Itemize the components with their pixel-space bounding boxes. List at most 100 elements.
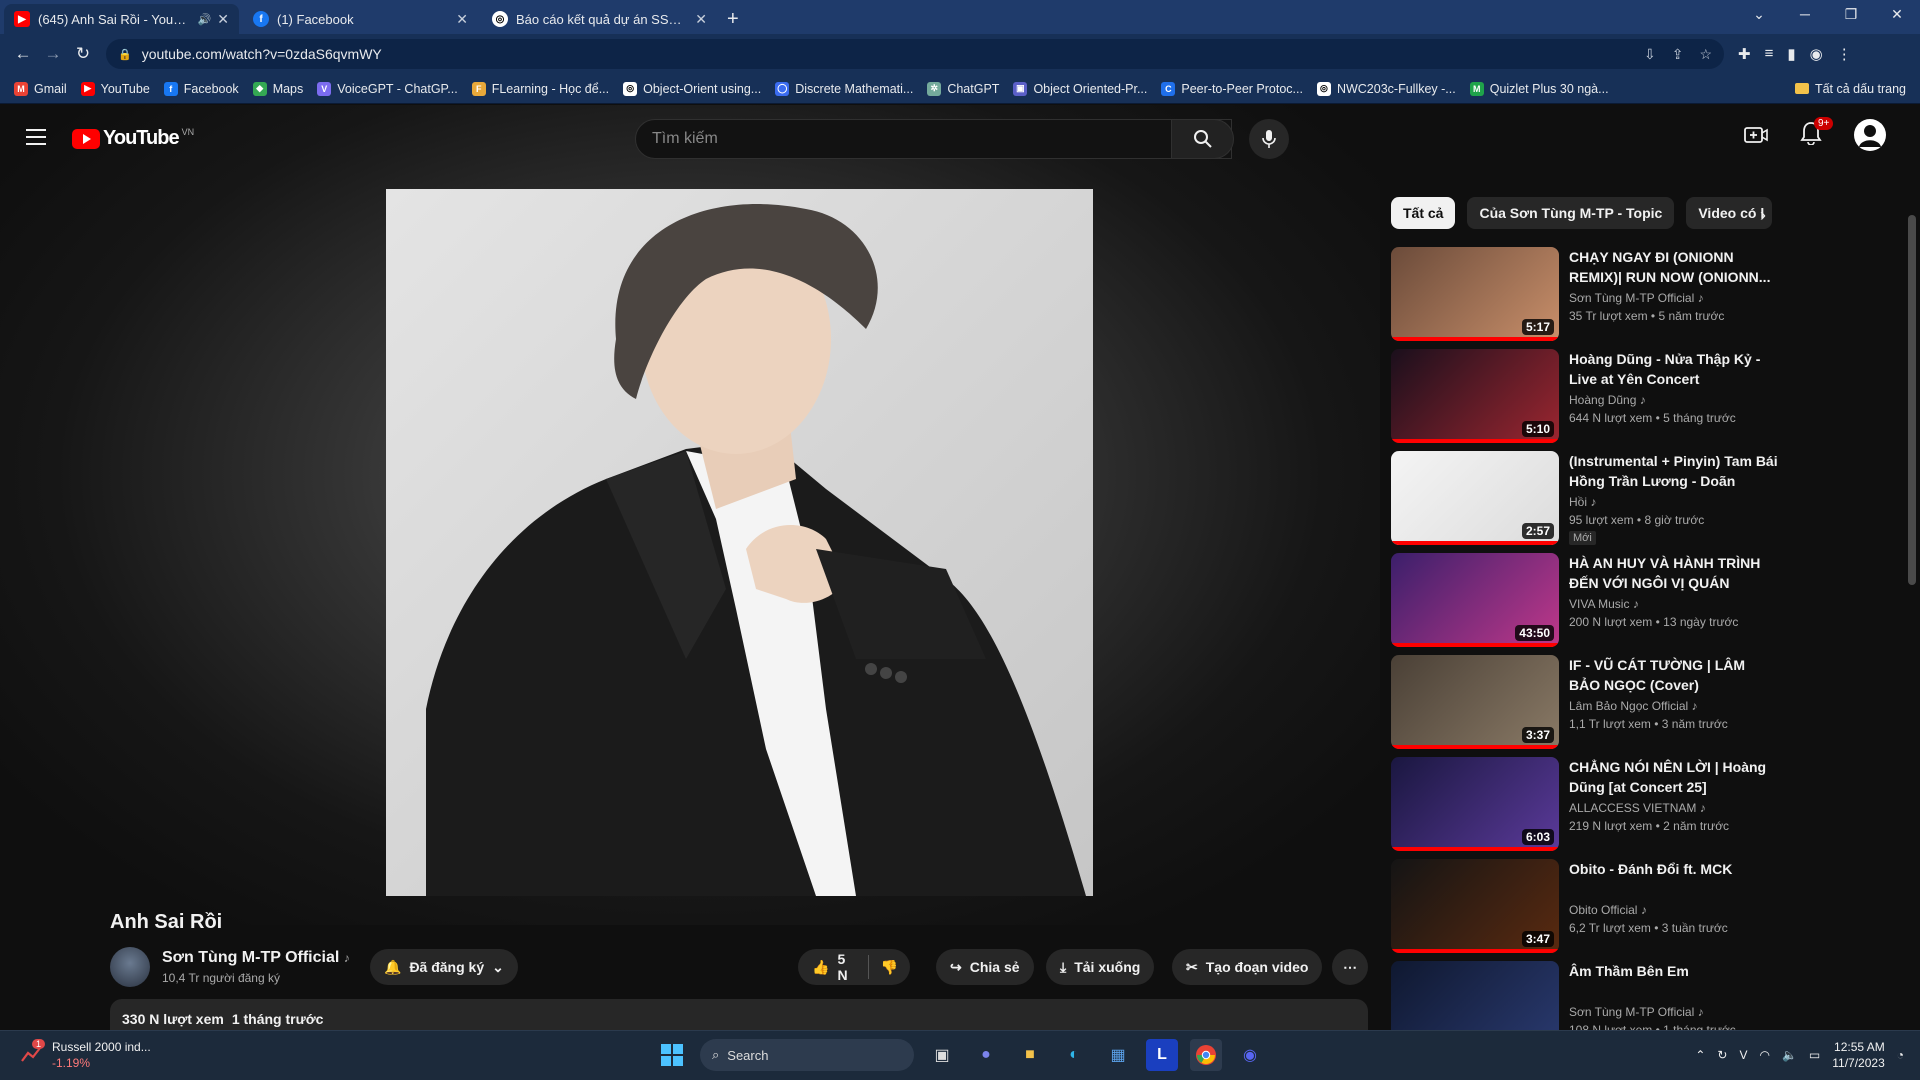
sidepanel-icon[interactable]: ▮ xyxy=(1787,45,1795,63)
bookmark-item[interactable]: ◆ Maps xyxy=(252,81,303,96)
close-icon[interactable]: ✕ xyxy=(456,11,468,28)
battery-icon[interactable]: ▭ xyxy=(1809,1048,1820,1062)
bookmark-item[interactable]: ◎ NWC203c-Fullkey -... xyxy=(1316,81,1456,96)
tab-report[interactable]: ◎ Báo cáo kết quả dự án SSG - mh ✕ xyxy=(482,4,717,34)
tab-search-icon[interactable]: ⌄ xyxy=(1736,0,1782,30)
edge-icon[interactable]: ◐ xyxy=(1058,1039,1090,1071)
create-video-icon[interactable] xyxy=(1744,125,1768,145)
recommendation-item[interactable]: 6:03 CHẲNG NÓI NÊN LỜI | Hoàng Dũng [at C… xyxy=(1391,757,1891,851)
vpn-icon[interactable]: V xyxy=(1739,1048,1747,1062)
recommendation-title[interactable]: Hoàng Dũng - Nửa Thập Kỷ - Live at Yên C… xyxy=(1569,349,1779,389)
recommendation-title[interactable]: CHẠY NGAY ĐI (ONIONN REMIX)| RUN NOW (ON… xyxy=(1569,247,1779,287)
video-thumbnail[interactable]: 3:47 xyxy=(1391,859,1559,953)
dislike-button[interactable]: 👎 xyxy=(869,959,910,976)
share-button[interactable]: ↪ Chia sẻ xyxy=(936,949,1034,985)
bookmark-item[interactable]: M Quizlet Plus 30 ngà... xyxy=(1469,81,1609,96)
menu-icon[interactable]: ⋮ xyxy=(1837,45,1852,63)
all-bookmarks-folder[interactable]: Tất cả dấu trang xyxy=(1794,82,1906,96)
recommendation-title[interactable]: Âm Thầm Bên Em xyxy=(1569,961,1779,981)
share-icon[interactable]: ⇪ xyxy=(1672,46,1684,63)
volume-icon[interactable]: 🔈 xyxy=(1782,1048,1797,1062)
tab-facebook[interactable]: f (1) Facebook ✕ xyxy=(243,4,478,34)
chrome-icon[interactable] xyxy=(1190,1039,1222,1071)
new-tab-button[interactable]: + xyxy=(727,4,739,34)
bookmark-item[interactable]: ▶ YouTube xyxy=(80,81,150,96)
task-view-icon[interactable]: ▣ xyxy=(926,1039,958,1071)
bookmark-item[interactable]: F FLearning - Học để... xyxy=(471,81,609,96)
minimize-icon[interactable]: ─ xyxy=(1782,0,1828,30)
discord-icon[interactable]: ◉ xyxy=(1234,1039,1266,1071)
close-window-icon[interactable]: ✕ xyxy=(1874,0,1920,30)
speaker-icon[interactable]: 🔊 xyxy=(198,13,212,26)
recommendation-title[interactable]: Obito - Đánh Đổi ft. MCK xyxy=(1569,859,1779,879)
close-icon[interactable]: ✕ xyxy=(217,11,229,28)
recommendation-item[interactable]: 2:57 (Instrumental + Pinyin) Tam Bái Hồng… xyxy=(1391,451,1891,545)
channel-name[interactable]: Sơn Tùng M-TP Official ♪ xyxy=(162,949,350,967)
search-input[interactable]: Tìm kiếm xyxy=(635,119,1232,159)
recommendation-channel[interactable]: ALLACCESS VIETNAM ♪ xyxy=(1569,801,1706,815)
restore-icon[interactable]: ❐ xyxy=(1828,0,1874,30)
bookmark-item[interactable]: ✲ ChatGPT xyxy=(927,81,999,96)
video-thumbnail[interactable]: 5:17 xyxy=(1391,247,1559,341)
video-thumbnail[interactable] xyxy=(1391,961,1559,1030)
recommendation-item[interactable]: 3:47 Obito - Đánh Đổi ft. MCK Obito Offici… xyxy=(1391,859,1891,953)
clock[interactable]: 12:55 AM 11/7/2023 xyxy=(1832,1039,1885,1071)
profile-icon[interactable]: ◉ xyxy=(1810,45,1823,63)
bookmark-star-icon[interactable]: ☆ xyxy=(1699,46,1712,63)
clip-button[interactable]: ✂ Tạo đoạn video xyxy=(1172,949,1323,985)
recommendation-item[interactable]: 5:10 Hoàng Dũng - Nửa Thập Kỷ - Live at Y… xyxy=(1391,349,1891,443)
wifi-icon[interactable]: ◠ xyxy=(1759,1048,1769,1062)
like-button[interactable]: 👍 5 N xyxy=(798,951,869,983)
description-box[interactable]: 330 N lượt xem 1 tháng trước xyxy=(110,999,1368,1030)
stocks-widget[interactable]: 1 Russell 2000 ind... -1.19% xyxy=(20,1039,151,1071)
media-icon[interactable]: ≡ xyxy=(1765,45,1774,63)
close-icon[interactable]: ✕ xyxy=(695,11,707,28)
chevron-up-icon[interactable]: ⌃ xyxy=(1695,1048,1705,1062)
recommendation-item[interactable]: 3:37 IF - VŨ CÁT TƯỜNG | LÂM BẢO NGỌC (Co… xyxy=(1391,655,1891,749)
store-icon[interactable]: ▦ xyxy=(1102,1039,1134,1071)
download-button[interactable]: ⤓ Tải xuống xyxy=(1046,949,1155,985)
bookmark-item[interactable]: ◯ Discrete Mathemati... xyxy=(775,81,913,96)
video-thumbnail[interactable]: 6:03 xyxy=(1391,757,1559,851)
recommendation-title[interactable]: IF - VŨ CÁT TƯỜNG | LÂM BẢO NGỌC (Cover) xyxy=(1569,655,1779,695)
notification-center-icon[interactable]: ◔ xyxy=(1897,1048,1904,1062)
chip-all[interactable]: Tất cả xyxy=(1391,197,1456,229)
youtube-logo[interactable]: YouTube VN xyxy=(72,127,194,150)
voice-search-button[interactable] xyxy=(1249,119,1289,159)
recommendation-channel[interactable]: Sơn Tùng M-TP Official ♪ xyxy=(1569,291,1704,305)
bookmark-item[interactable]: ▣ Object Oriented-Pr... xyxy=(1013,81,1147,96)
notifications-button[interactable]: 9+ xyxy=(1800,116,1834,150)
taskbar-search[interactable]: ⌕ Search xyxy=(700,1039,914,1071)
scrollbar[interactable] xyxy=(1908,215,1916,585)
recommendation-channel[interactable]: Lâm Bảo Ngọc Official ♪ xyxy=(1569,699,1698,713)
recommendation-title[interactable]: HÀ AN HUY VÀ HÀNH TRÌNH ĐẾN VỚI NGÔI VỊ … xyxy=(1569,553,1779,593)
search-button[interactable] xyxy=(1171,119,1234,159)
bookmark-item[interactable]: V VoiceGPT - ChatGP... xyxy=(317,81,458,96)
extensions-icon[interactable]: ✚ xyxy=(1738,45,1751,63)
channel-avatar[interactable] xyxy=(110,947,150,987)
recommendation-item[interactable]: 5:17 CHẠY NGAY ĐI (ONIONN REMIX)| RUN NOW… xyxy=(1391,247,1891,341)
more-actions-button[interactable]: ⋯ xyxy=(1332,949,1368,985)
recommendation-channel[interactable]: Hồi ♪ xyxy=(1569,495,1596,509)
hamburger-menu-icon[interactable] xyxy=(26,129,46,150)
file-explorer-icon[interactable]: ■ xyxy=(1014,1039,1046,1071)
app-l-icon[interactable]: L xyxy=(1146,1039,1178,1071)
windows-start-icon[interactable] xyxy=(656,1039,688,1071)
recommendation-channel[interactable]: VIVA Music ♪ xyxy=(1569,597,1639,611)
address-bar[interactable]: 🔒 youtube.com/watch?v=0zdaS6qvmWY ⇩ ⇪ ☆ xyxy=(106,39,1724,69)
chat-icon[interactable]: ● xyxy=(970,1039,1002,1071)
sync-icon[interactable]: ↻ xyxy=(1717,1048,1727,1062)
recommendation-item[interactable]: Âm Thầm Bên Em Sơn Tùng M-TP Official ♪ 10… xyxy=(1391,961,1891,1030)
chip-topic[interactable]: Của Sơn Tùng M-TP - Topic xyxy=(1467,197,1675,229)
tab-youtube[interactable]: ▶ (645) Anh Sai Rồi - YouTube 🔊 ✕ xyxy=(4,4,239,34)
lock-icon[interactable]: 🔒 xyxy=(118,48,132,61)
bookmark-item[interactable]: C Peer-to-Peer Protoc... xyxy=(1161,81,1303,96)
recommendation-channel[interactable]: Sơn Tùng M-TP Official ♪ xyxy=(1569,1005,1704,1019)
chevron-right-icon[interactable]: › xyxy=(1760,205,1766,226)
forward-icon[interactable]: → xyxy=(38,44,68,64)
back-icon[interactable]: ← xyxy=(8,44,38,64)
recommendation-title[interactable]: (Instrumental + Pinyin) Tam Bái Hồng Trầ… xyxy=(1569,451,1779,491)
account-avatar[interactable] xyxy=(1854,119,1886,151)
recommendation-title[interactable]: CHẲNG NÓI NÊN LỜI | Hoàng Dũng [at Conce… xyxy=(1569,757,1779,797)
video-player[interactable] xyxy=(386,189,1093,896)
